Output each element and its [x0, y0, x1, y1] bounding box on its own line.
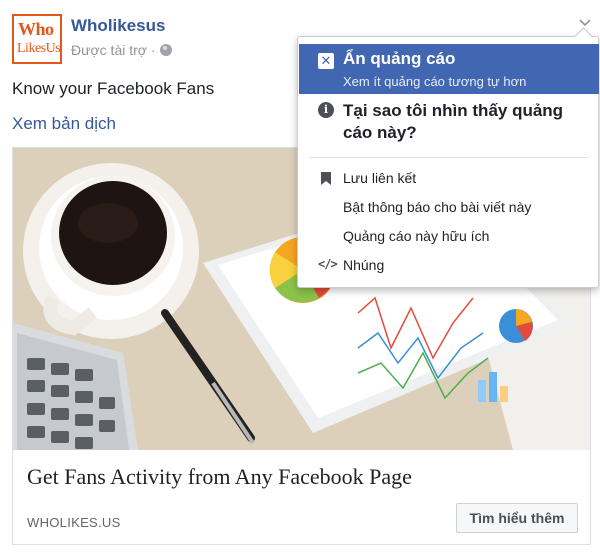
hide-ad-subtitle: Xem ít quảng cáo tương tự hơn	[343, 74, 527, 89]
globe-icon	[159, 44, 172, 56]
menu-item-notifications[interactable]: Bật thông báo cho bài viết này	[299, 195, 599, 221]
logo-line-1: Who	[18, 19, 54, 39]
menu-item-embed[interactable]: </> Nhúng	[299, 253, 599, 279]
menu-item-label: Lưu liên kết	[343, 170, 417, 186]
see-translation-link[interactable]: Xem bản dịch	[12, 114, 116, 134]
close-icon: ✕	[318, 53, 334, 69]
page-name-link[interactable]: Wholikesus	[71, 16, 165, 36]
sponsored-post: Who LikesUs Wholikesus Được tài trợ · Kn…	[0, 0, 600, 555]
post-message: Know your Facebook Fans	[12, 79, 215, 98]
logo-line-2: LikesUs	[17, 41, 61, 56]
menu-item-why-ad[interactable]: i Tại sao tôi nhìn thấy quảng cáo này?	[299, 97, 599, 152]
menu-item-label: Bật thông báo cho bài viết này	[343, 199, 532, 215]
page-avatar[interactable]: Who LikesUs	[12, 14, 62, 64]
menu-item-label: Nhúng	[343, 257, 385, 273]
code-icon: </>	[318, 257, 338, 271]
hide-ad-title: Ẩn quảng cáo	[343, 49, 456, 68]
sponsored-text: Được tài trợ ·	[71, 42, 156, 58]
menu-item-label: Quảng cáo này hữu ích	[343, 228, 490, 244]
menu-item-save-link[interactable]: Lưu liên kết	[299, 166, 599, 192]
learn-more-button[interactable]: Tìm hiểu thêm	[456, 503, 578, 533]
info-icon: i	[318, 102, 334, 118]
chevron-down-icon[interactable]	[578, 17, 592, 27]
bookmark-icon	[318, 170, 332, 186]
attachment-title[interactable]: Get Fans Activity from Any Facebook Page	[27, 464, 412, 490]
menu-item-useful-ad[interactable]: Quảng cáo này hữu ích	[299, 224, 599, 250]
attachment-domain: WHOLIKES.US	[27, 515, 121, 530]
why-ad-title: Tại sao tôi nhìn thấy quảng cáo này?	[343, 101, 564, 142]
sponsored-label: Được tài trợ ·	[71, 42, 172, 58]
menu-item-hide-ad[interactable]: ✕ Ẩn quảng cáo Xem ít quảng cáo tương tự…	[299, 44, 599, 94]
menu-divider	[310, 157, 588, 158]
post-options-menu: ✕ Ẩn quảng cáo Xem ít quảng cáo tương tự…	[297, 36, 599, 288]
